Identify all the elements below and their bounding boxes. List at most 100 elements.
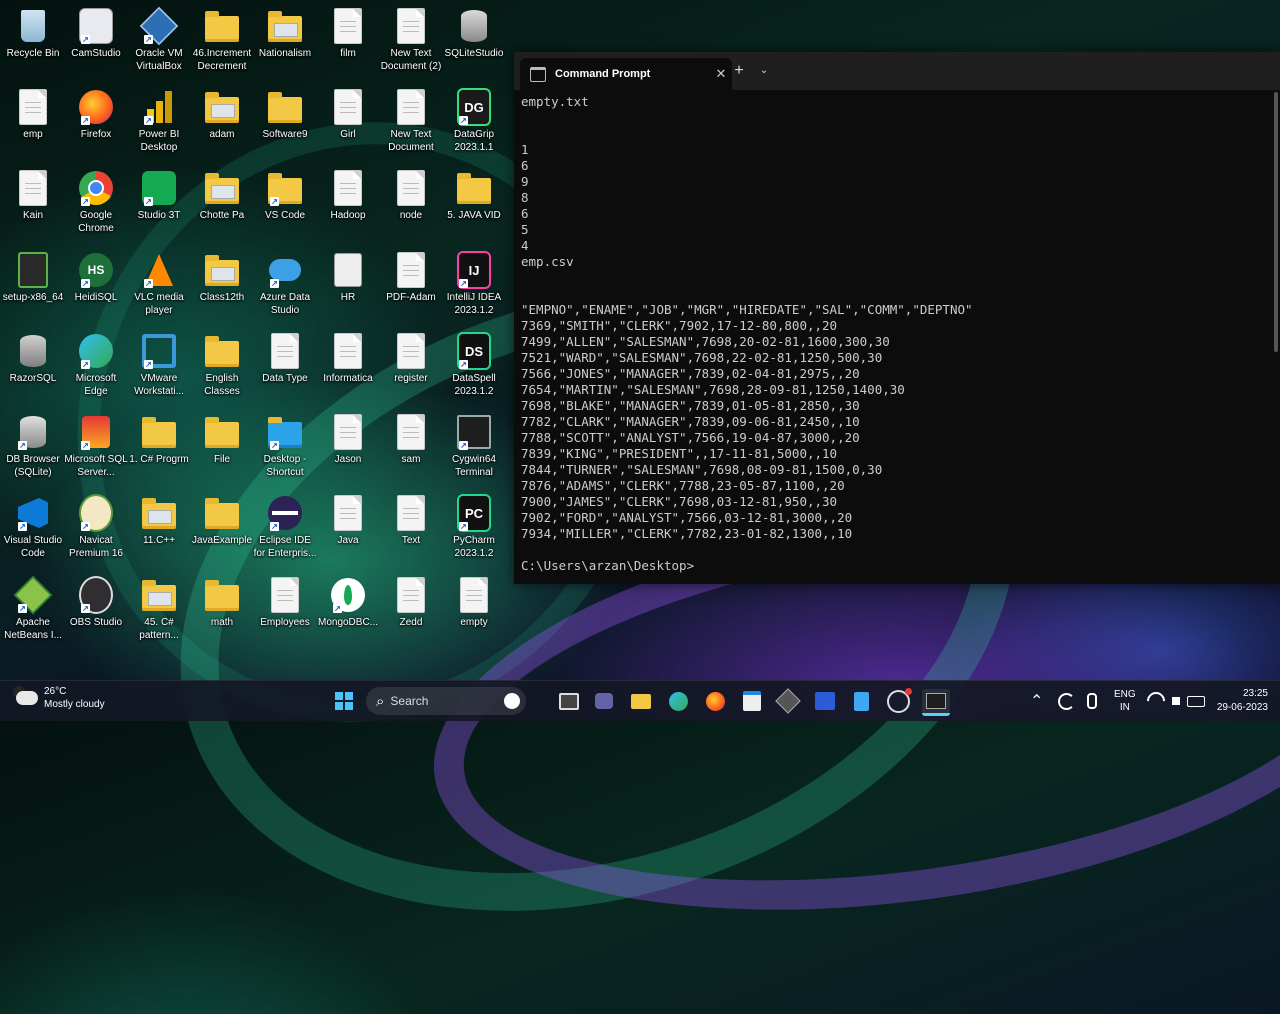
desktop-icon[interactable]: math [189,573,255,653]
desktop-icon[interactable]: Girl [315,85,381,165]
desktop-icon[interactable]: File [189,410,255,490]
desktop-icon[interactable]: HR [315,248,381,328]
store-icon[interactable] [740,689,764,713]
desktop-icon[interactable]: ↗ Microsoft Edge [63,329,129,409]
firefox-icon[interactable] [703,689,727,713]
desktop-icon[interactable]: empty [441,573,507,653]
desktop-icon[interactable]: RazorSQL [0,329,66,409]
desktop-icon[interactable]: sam [378,410,444,490]
tray-overflow-icon[interactable]: ⌃ [1030,681,1043,721]
desktop-icon[interactable]: ↗ Azure Data Studio [252,248,318,328]
desktop-icon[interactable]: 5. JAVA VID [441,166,507,246]
desktop-icon[interactable]: ↗ Oracle VM VirtualBox [126,4,192,84]
desktop-icon[interactable]: Kain [0,166,66,246]
desktop-icon[interactable]: DG ↗ DataGrip 2023.1.1 [441,85,507,165]
desktop-icon[interactable]: node [378,166,444,246]
azure-data-studio-icon[interactable] [813,689,837,713]
task-view-icon[interactable] [557,689,581,713]
desktop-icon[interactable]: Class12th [189,248,255,328]
desktop-icon[interactable]: Chotte Pa [189,166,255,246]
terminal-tab[interactable]: Command Prompt ✕ [520,58,732,90]
obs-icon[interactable] [886,687,912,713]
language-indicator[interactable]: ENG IN [1114,688,1136,714]
weather-widget[interactable]: 26°C Mostly cloudy [13,685,105,711]
desktop-icon[interactable]: Employees [252,573,318,653]
desktop-icon[interactable]: ↗ Cygwin64 Terminal [441,410,507,490]
desktop-icon[interactable]: ↗ Microsoft SQL Server... [63,410,129,490]
file-explorer-icon[interactable] [629,689,653,713]
shortcut-icon: PC ↗ [457,494,491,532]
desktop-icon[interactable]: Recycle Bin [0,4,66,84]
shortcut-arrow-icon: ↗ [81,35,90,44]
desktop-icon[interactable]: Zedd [378,573,444,653]
desktop-icon[interactable]: PC ↗ PyCharm 2023.1.2 [441,491,507,571]
desktop-icon[interactable]: ↗ Apache NetBeans I... [0,573,66,653]
desktop-icon-label: DataSpell 2023.1.2 [452,373,496,397]
terminal-output[interactable]: empty.txt 1 6 9 8 6 5 4 emp.csv "EMPNO","ENAME","… [521,94,1274,584]
edge-icon[interactable] [666,689,690,713]
terminal-taskbar-icon[interactable] [922,689,950,716]
desktop-icon[interactable]: PDF-Adam [378,248,444,328]
desktop-icon[interactable]: Jason [315,410,381,490]
desktop-icon[interactable]: ↗ Studio 3T [126,166,192,246]
tab-dropdown-icon[interactable]: ⌄ [756,63,772,79]
desktop-icon[interactable]: New Text Document [378,85,444,165]
desktop-icon[interactable]: 1. C# Progrm [126,410,192,490]
desktop-icon[interactable]: ↗ VMware Workstati... [126,329,192,409]
shortcut-icon [268,577,302,613]
close-tab-icon[interactable]: ✕ [710,66,732,82]
notepad-icon[interactable] [849,689,873,713]
microphone-icon[interactable] [1080,689,1104,713]
desktop-icon[interactable]: setup-x86_64 [0,248,66,328]
command-prompt-window[interactable]: Command Prompt ✕ + ⌄ empty.txt 1 6 9 8 6 5 4 emp… [514,52,1280,584]
desktop-icon[interactable]: 45. C# pattern... [126,573,192,653]
new-tab-icon[interactable]: + [730,62,748,80]
desktop-icon[interactable]: DS ↗ DataSpell 2023.1.2 [441,329,507,409]
taskbar-search[interactable]: ⌕ Search [366,687,526,715]
desktop-icon[interactable]: ↗ Visual Studio Code [0,491,66,571]
desktop-icon[interactable]: ↗ CamStudio [63,4,129,84]
terminal-title-bar[interactable]: Command Prompt ✕ + ⌄ [514,52,1280,90]
desktop-icon[interactable]: Informatica [315,329,381,409]
desktop-icon[interactable]: 11.C++ [126,491,192,571]
desktop-icon[interactable]: Text [378,491,444,571]
desktop-icon[interactable]: JavaExample [189,491,255,571]
start-icon[interactable] [332,689,356,713]
desktop-icon[interactable]: IJ ↗ IntelliJ IDEA 2023.1.2 [441,248,507,328]
desktop-icon[interactable]: adam [189,85,255,165]
shortcut-icon [205,577,239,613]
desktop-icon[interactable]: ↗ Google Chrome [63,166,129,246]
shortcut-icon [205,89,239,125]
desktop-icon[interactable]: English Classes [189,329,255,409]
desktop-icon[interactable]: Data Type [252,329,318,409]
desktop-icon[interactable]: 46.Increment Decrement [189,4,255,84]
desktop-icon[interactable]: Software9 [252,85,318,165]
desktop-icon-label: JavaExample [191,535,253,546]
desktop-icon[interactable]: ↗ VLC media player [126,248,192,328]
desktop-icon[interactable]: New Text Document (2) [378,4,444,84]
desktop-icon[interactable]: Java [315,491,381,571]
system-clock[interactable]: 23:25 29-06-2023 [1217,687,1268,715]
desktop-icon[interactable]: ↗ OBS Studio [63,573,129,653]
shortcut-icon [205,252,239,288]
terminal-scrollbar[interactable] [1274,92,1278,352]
desktop-icon[interactable]: Nationalism [252,4,318,84]
chat-icon[interactable] [592,689,616,713]
desktop-icon[interactable]: Hadoop [315,166,381,246]
desktop-icon[interactable]: ↗ DB Browser (SQLite) [0,410,66,490]
desktop-icon[interactable]: ↗ VS Code [252,166,318,246]
desktop-icon[interactable]: ↗ Firefox [63,85,129,165]
desktop-icon[interactable]: register [378,329,444,409]
desktop-icon[interactable]: ↗ Eclipse IDE for Enterpris... [252,491,318,571]
desktop-icon[interactable]: ↗ Power BI Desktop [126,85,192,165]
app-icon[interactable] [775,688,801,714]
desktop-icon[interactable]: ↗ Navicat Premium 16 [63,491,129,571]
battery-icon[interactable] [1184,689,1208,713]
desktop-icon[interactable]: SQLiteStudio [441,4,507,84]
desktop-icon[interactable]: ↗ Desktop - Shortcut [252,410,318,490]
desktop-icon[interactable]: film [315,4,381,84]
desktop-icon[interactable]: HS ↗ HeidiSQL [63,248,129,328]
desktop-icon[interactable]: ↗ MongoDBC... [315,573,381,653]
desktop-icon[interactable]: emp [0,85,66,165]
sync-icon[interactable] [1054,689,1078,713]
